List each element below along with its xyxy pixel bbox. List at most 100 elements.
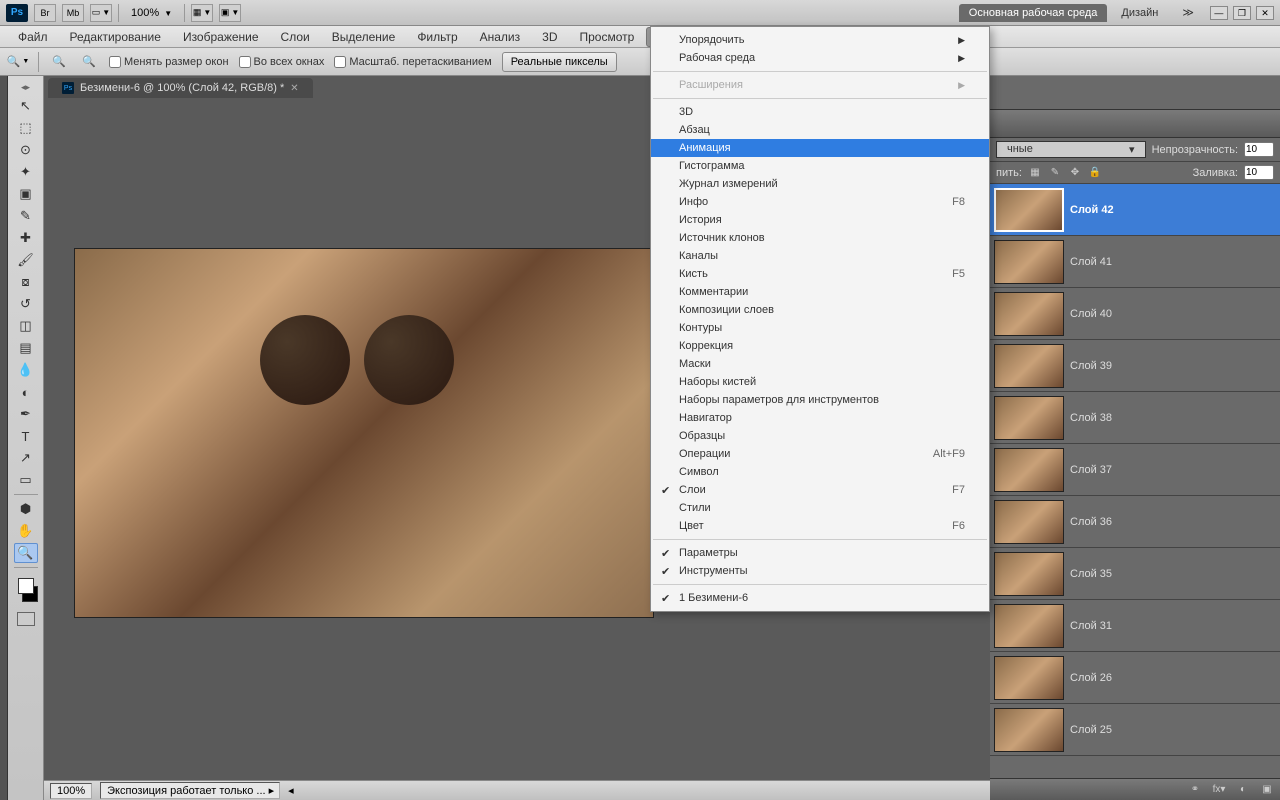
menu-item-3d[interactable]: 3D: [651, 103, 989, 121]
menu-фильтр[interactable]: Фильтр: [407, 27, 467, 47]
new-group-icon[interactable]: ▣: [1260, 783, 1274, 797]
menu-item-контуры[interactable]: Контуры: [651, 319, 989, 337]
layer-row[interactable]: Слой 31: [990, 600, 1280, 652]
layer-row[interactable]: Слой 35: [990, 548, 1280, 600]
bridge-button[interactable]: Br: [34, 4, 56, 22]
lock-pixels-icon[interactable]: ✎: [1048, 166, 1062, 180]
layer-mask-icon[interactable]: ◐: [1236, 783, 1250, 797]
layer-name-label[interactable]: Слой 42: [1070, 204, 1114, 216]
layer-thumbnail[interactable]: [994, 396, 1064, 440]
lock-position-icon[interactable]: ✥: [1068, 166, 1082, 180]
menu-item-рабочая-среда[interactable]: Рабочая среда▶: [651, 49, 989, 67]
minibridge-button[interactable]: Mb: [62, 4, 84, 22]
dodge-tool[interactable]: ◐: [14, 382, 38, 402]
layer-thumbnail[interactable]: [994, 656, 1064, 700]
pen-tool[interactable]: ✒: [14, 404, 38, 424]
path-select-tool[interactable]: ↗: [14, 448, 38, 468]
workspace-more[interactable]: ≫: [1172, 3, 1204, 22]
menu-item-навигатор[interactable]: Навигатор: [651, 409, 989, 427]
layer-thumbnail[interactable]: [994, 708, 1064, 752]
menu-item-каналы[interactable]: Каналы: [651, 247, 989, 265]
layer-thumbnail[interactable]: [994, 344, 1064, 388]
menu-item-1-безимени-6[interactable]: ✔1 Безимени-6: [651, 589, 989, 607]
layer-row[interactable]: Слой 26: [990, 652, 1280, 704]
menu-item-образцы[interactable]: Образцы: [651, 427, 989, 445]
scroll-left-icon[interactable]: ◂: [288, 784, 294, 797]
stamp-tool[interactable]: ⧇: [14, 272, 38, 292]
canvas-image[interactable]: [74, 248, 654, 618]
eyedropper-tool[interactable]: ✎: [14, 206, 38, 226]
menu-item-журнал-измерений[interactable]: Журнал измерений: [651, 175, 989, 193]
menu-item-символ[interactable]: Символ: [651, 463, 989, 481]
wand-tool[interactable]: ✦: [14, 162, 38, 182]
menu-item-упорядочить[interactable]: Упорядочить▶: [651, 31, 989, 49]
layer-name-label[interactable]: Слой 37: [1070, 464, 1112, 476]
left-collapse-rail[interactable]: [0, 76, 8, 800]
layer-name-label[interactable]: Слой 26: [1070, 672, 1112, 684]
menu-item-стили[interactable]: Стили: [651, 499, 989, 517]
layer-name-label[interactable]: Слой 39: [1070, 360, 1112, 372]
status-info[interactable]: Экспозиция работает только ... ▸: [100, 782, 280, 799]
scrubby-zoom-checkbox[interactable]: Масштаб. перетаскиванием: [334, 56, 491, 68]
all-windows-checkbox[interactable]: Во всех окнах: [239, 56, 325, 68]
menu-item-инструменты[interactable]: ✔Инструменты: [651, 562, 989, 580]
layer-name-label[interactable]: Слой 25: [1070, 724, 1112, 736]
layer-row[interactable]: Слой 39: [990, 340, 1280, 392]
menu-просмотр[interactable]: Просмотр: [569, 27, 644, 47]
foreground-color-swatch[interactable]: [18, 578, 34, 594]
eraser-tool[interactable]: ◫: [14, 316, 38, 336]
menu-item-наборы-кистей[interactable]: Наборы кистей: [651, 373, 989, 391]
fill-input[interactable]: [1244, 165, 1274, 180]
layer-fx-icon[interactable]: fx▾: [1212, 783, 1226, 797]
status-zoom[interactable]: 100%: [50, 783, 92, 799]
menu-item-абзац[interactable]: Абзац: [651, 121, 989, 139]
menu-item-операции[interactable]: ОперацииAlt+F9: [651, 445, 989, 463]
menu-item-наборы-параметров-для-инструментов[interactable]: Наборы параметров для инструментов: [651, 391, 989, 409]
screen-mode-button[interactable]: ▭▼: [90, 4, 112, 22]
menu-item-источник-клонов[interactable]: Источник клонов: [651, 229, 989, 247]
menu-item-композиции-слоев[interactable]: Композиции слоев: [651, 301, 989, 319]
blend-mode-select[interactable]: чные ▾: [996, 141, 1146, 158]
menu-item-слои[interactable]: ✔СлоиF7: [651, 481, 989, 499]
layer-name-label[interactable]: Слой 38: [1070, 412, 1112, 424]
menu-выделение[interactable]: Выделение: [322, 27, 406, 47]
layer-thumbnail[interactable]: [994, 240, 1064, 284]
marquee-tool[interactable]: ⬚: [14, 118, 38, 138]
actual-pixels-button[interactable]: Реальные пикселы: [502, 52, 617, 72]
menu-файл[interactable]: Файл: [8, 27, 58, 47]
menu-item-коррекция[interactable]: Коррекция: [651, 337, 989, 355]
history-brush-tool[interactable]: ↺: [14, 294, 38, 314]
layer-name-label[interactable]: Слой 31: [1070, 620, 1112, 632]
close-button[interactable]: ✕: [1256, 6, 1274, 20]
lock-all-icon[interactable]: 🔒: [1088, 166, 1102, 180]
opacity-input[interactable]: [1244, 142, 1274, 157]
brush-tool[interactable]: 🖌: [14, 250, 38, 270]
menu-item-гистограмма[interactable]: Гистограмма: [651, 157, 989, 175]
layer-thumbnail[interactable]: [994, 552, 1064, 596]
layer-row[interactable]: Слой 42: [990, 184, 1280, 236]
menu-item-анимация[interactable]: Анимация: [651, 139, 989, 157]
layer-name-label[interactable]: Слой 35: [1070, 568, 1112, 580]
menu-item-цвет[interactable]: ЦветF6: [651, 517, 989, 535]
workspace-tab-design[interactable]: Дизайн: [1111, 4, 1168, 22]
layer-row[interactable]: Слой 40: [990, 288, 1280, 340]
menu-item-параметры[interactable]: ✔Параметры: [651, 544, 989, 562]
layer-row[interactable]: Слой 37: [990, 444, 1280, 496]
menu-item-комментарии[interactable]: Комментарии: [651, 283, 989, 301]
crop-tool[interactable]: ▣: [14, 184, 38, 204]
menu-item-кисть[interactable]: КистьF5: [651, 265, 989, 283]
layer-name-label[interactable]: Слой 40: [1070, 308, 1112, 320]
menu-3d[interactable]: 3D: [532, 27, 567, 47]
layer-thumbnail[interactable]: [994, 448, 1064, 492]
quickmask-toggle[interactable]: [17, 612, 35, 626]
menu-анализ[interactable]: Анализ: [470, 27, 531, 47]
layer-row[interactable]: Слой 36: [990, 496, 1280, 548]
arrange-button[interactable]: ▦▼: [191, 4, 213, 22]
layer-thumbnail[interactable]: [994, 188, 1064, 232]
panel-group-1-tabs[interactable]: [990, 76, 1280, 110]
move-tool[interactable]: ↖: [14, 96, 38, 116]
zoom-out-icon[interactable]: 🔍: [79, 52, 99, 72]
blur-tool[interactable]: 💧: [14, 360, 38, 380]
zoom-level[interactable]: 100% ▼: [125, 7, 178, 19]
close-tab-icon[interactable]: ✕: [290, 83, 298, 94]
